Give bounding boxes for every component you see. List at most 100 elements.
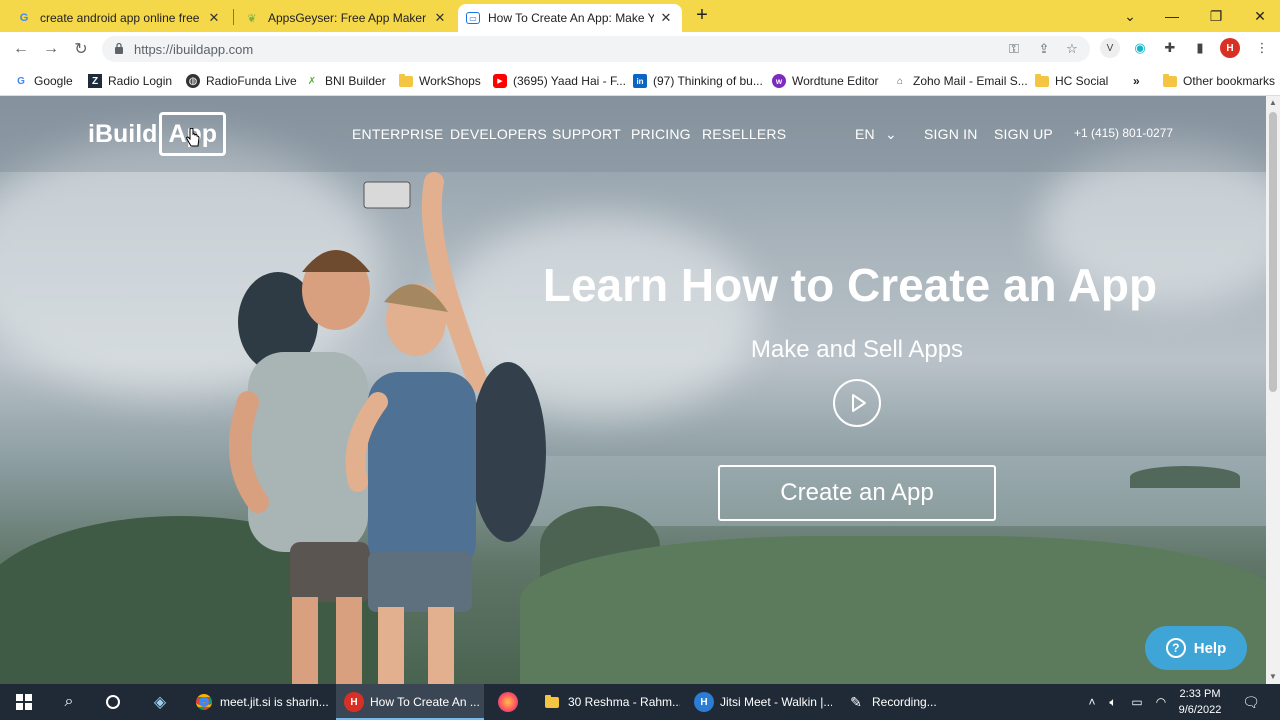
- bookmark-wordtune[interactable]: w Wordtune Editor: [772, 72, 879, 90]
- play-video-button[interactable]: [833, 379, 881, 427]
- tab-appsgeyser[interactable]: ❦ AppsGeyser: Free App Maker | Cre ✕: [236, 4, 456, 32]
- wifi-icon[interactable]: ◠: [1152, 692, 1170, 712]
- side-panel-icon[interactable]: ▮: [1190, 38, 1210, 58]
- system-clock[interactable]: 2:33 PM 9/6/2022: [1170, 686, 1230, 718]
- nav-enterprise[interactable]: ENTERPRISE: [352, 126, 443, 142]
- island: [1130, 466, 1240, 488]
- close-window-button[interactable]: ✕: [1238, 0, 1280, 32]
- bookmark-bni-builder[interactable]: ✗ BNI Builder: [305, 72, 386, 90]
- volume-icon[interactable]: 🔈︎: [1104, 692, 1122, 712]
- restore-button[interactable]: ❐: [1194, 0, 1238, 32]
- taskbar-app-ibuildapp[interactable]: H How To Create An ...: [336, 684, 484, 720]
- tab-strip: G create android app online free - G ✕ ❦…: [0, 0, 1280, 32]
- taskbar-app-recorder[interactable]: ✎ Recording...: [838, 684, 984, 720]
- language-selector[interactable]: EN ⌄: [855, 126, 897, 143]
- bookmark-label: (3695) Yaad Hai - F...: [513, 74, 626, 88]
- help-button[interactable]: ? Help: [1145, 626, 1247, 670]
- taskbar-app-file-explorer[interactable]: 30 Reshma - Rahm...: [534, 684, 680, 720]
- bookmark-label: HC Social: [1055, 74, 1109, 88]
- more-bookmarks-icon: »: [1133, 74, 1140, 88]
- taskbar-app-jitsi-meet[interactable]: H Jitsi Meet - Walkin |...: [686, 684, 832, 720]
- sign-in-link[interactable]: SIGN IN: [924, 126, 978, 142]
- scroll-down-icon[interactable]: ▼: [1268, 672, 1278, 682]
- bookmark-label: Zoho Mail - Email S...: [913, 74, 1028, 88]
- reload-icon[interactable]: ↻: [70, 38, 92, 60]
- bookmark-hc-social[interactable]: HC Social: [1035, 72, 1108, 90]
- linkedin-icon: in: [633, 74, 647, 88]
- nav-developers[interactable]: DEVELOPERS: [450, 126, 547, 142]
- show-hidden-icons-chevron[interactable]: ˄: [1084, 692, 1100, 712]
- bookmark-label: WorkShops: [419, 74, 481, 88]
- bookmark-linkedin[interactable]: in (97) Thinking of bu...: [633, 72, 763, 90]
- tab-ibuildapp[interactable]: ▭ How To Create An App: Make Yo ✕: [458, 4, 682, 32]
- notifications-icon[interactable]: 🗨︎: [1240, 692, 1262, 712]
- bookmark-label: Google: [34, 74, 73, 88]
- google-icon: G: [17, 75, 25, 87]
- tab-google-search[interactable]: G create android app online free - G ✕: [8, 4, 230, 32]
- phone-number[interactable]: +1 (415) 801-0277: [1074, 126, 1173, 140]
- start-button[interactable]: [12, 684, 36, 720]
- scrollbar-thumb[interactable]: [1269, 112, 1277, 392]
- taskbar-app-meet-jitsi[interactable]: meet.jit.si is sharin...: [186, 684, 332, 720]
- back-arrow-icon[interactable]: ←: [10, 38, 32, 60]
- logo-text: iBuild: [88, 119, 158, 148]
- hero-title: Learn How to Create an App: [542, 259, 1158, 311]
- create-an-app-button[interactable]: Create an App: [718, 465, 996, 521]
- bookmark-radio-login[interactable]: Z Radio Login: [88, 72, 172, 90]
- browser-toolbar: ← → ↻ https://ibuildapp.com ⚿ ⇪ ☆ V ◉ ✚ …: [0, 32, 1280, 66]
- star-icon[interactable]: ☆: [1064, 41, 1080, 57]
- nav-pricing[interactable]: PRICING: [631, 126, 691, 142]
- recorder-icon: ✎: [850, 693, 862, 710]
- battery-icon[interactable]: ▭: [1128, 692, 1146, 712]
- google-icon: G: [19, 12, 29, 24]
- nav-resellers[interactable]: RESELLERS: [702, 126, 786, 142]
- help-label: Help: [1193, 639, 1227, 657]
- close-icon[interactable]: ✕: [432, 10, 448, 26]
- search-icon[interactable]: ⌕: [58, 684, 80, 720]
- taskbar-app-label: Jitsi Meet - Walkin |...: [720, 695, 832, 709]
- bookmark-zoho-mail[interactable]: ⌂ Zoho Mail - Email S...: [893, 72, 1028, 90]
- tab-search-chevron-icon[interactable]: ⌄: [1108, 0, 1152, 32]
- nav-support[interactable]: SUPPORT: [552, 126, 621, 142]
- bookmark-google[interactable]: G Google: [14, 72, 73, 90]
- sign-up-link[interactable]: SIGN UP: [994, 126, 1053, 142]
- minimize-button[interactable]: —: [1150, 0, 1194, 32]
- cortana-icon[interactable]: [102, 684, 124, 720]
- menu-kebab-icon[interactable]: ⋮: [1252, 38, 1272, 58]
- folder-icon: [399, 73, 413, 88]
- bookmark-youtube[interactable]: ▶ (3695) Yaad Hai - F...: [493, 72, 626, 90]
- key-icon[interactable]: ⚿: [1006, 41, 1022, 57]
- address-bar[interactable]: https://ibuildapp.com ⚿ ⇪ ☆: [102, 36, 1090, 62]
- folder-icon: [1163, 73, 1177, 88]
- bni-icon: ✗: [307, 75, 317, 87]
- bookmark-workshops[interactable]: WorkShops: [399, 72, 481, 90]
- bookmarks-bar: G Google Z Radio Login ◍ RadioFunda Live…: [0, 66, 1280, 96]
- question-icon: ?: [1165, 638, 1186, 658]
- lock-icon: [115, 42, 123, 54]
- url-text[interactable]: https://ibuildapp.com: [134, 42, 253, 57]
- close-icon[interactable]: ✕: [206, 10, 222, 26]
- taskbar-app-label: 30 Reshma - Rahm...: [568, 695, 680, 709]
- new-tab-button[interactable]: +: [692, 5, 712, 26]
- bookmark-label: Radio Login: [108, 74, 173, 88]
- extension-circle-icon[interactable]: ◉: [1130, 38, 1150, 58]
- appsgeyser-icon: ❦: [247, 12, 257, 25]
- bookmark-label: (97) Thinking of bu...: [653, 74, 763, 88]
- file-explorer-pinned-icon[interactable]: ◈: [148, 684, 172, 720]
- bookmark-other[interactable]: Other bookmarks: [1163, 72, 1275, 90]
- vidyard-extension-icon[interactable]: V: [1100, 38, 1120, 58]
- firefox-icon: [498, 692, 518, 712]
- more-bookmarks-chevron[interactable]: »: [1133, 72, 1140, 90]
- hero-subtitle: Make and Sell Apps: [750, 336, 964, 363]
- bookmark-radiofunda[interactable]: ◍ RadioFunda Live: [186, 72, 297, 90]
- profile-avatar-icon[interactable]: H: [1220, 38, 1240, 58]
- ibuildapp-logo[interactable]: iBuild App: [88, 112, 227, 156]
- puzzle-extensions-icon[interactable]: ✚: [1160, 38, 1180, 58]
- forward-arrow-icon[interactable]: →: [40, 38, 62, 60]
- clock-time: 2:33 PM: [1179, 688, 1221, 700]
- share-icon[interactable]: ⇪: [1036, 41, 1052, 57]
- close-icon[interactable]: ✕: [658, 10, 674, 26]
- scroll-up-icon[interactable]: ▲: [1268, 98, 1278, 108]
- chevron-down-icon: ⌄: [884, 126, 897, 142]
- taskbar-app-firefox[interactable]: [490, 684, 528, 720]
